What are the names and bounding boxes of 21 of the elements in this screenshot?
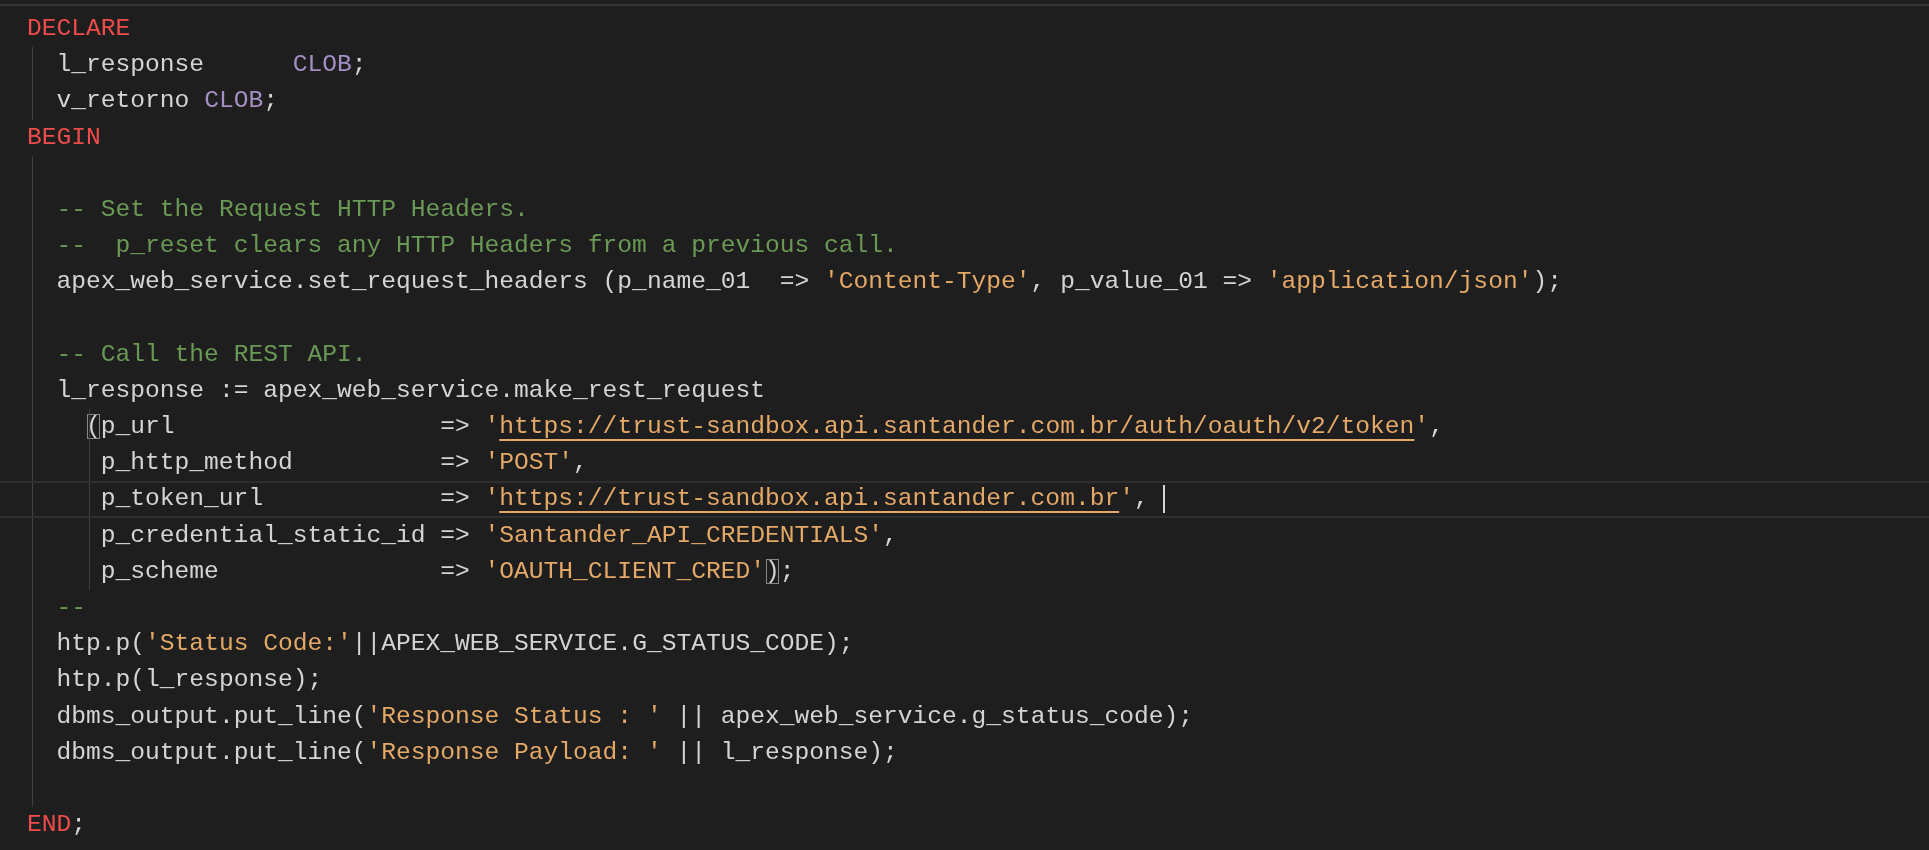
code-line: p_token_url => 'https://trust-sandbox.api.santander.com.br', [0, 481, 1929, 518]
code-line: apex_web_service.set_request_headers (p_name_01 => 'Content-Type', p_value_01 => 'application/json'); [27, 264, 1929, 301]
code-line: htp.p(l_response); [27, 662, 1929, 699]
code-line: p_scheme => 'OAUTH_CLIENT_CRED'); [27, 553, 1929, 590]
code-line: p_http_method => 'POST', [27, 445, 1929, 482]
code-line: dbms_output.put_line('Response Payload: ' || l_response); [27, 734, 1929, 771]
code-line: BEGIN [27, 122, 102, 153]
code-line: dbms_output.put_line('Response Status : ' || apex_web_service.g_status_code); [27, 698, 1929, 735]
code-line: p_credential_static_id => 'Santander_API_CREDENTIALS', [27, 517, 1929, 554]
code-line: htp.p('Status Code:'||APEX_WEB_SERVICE.G_STATUS_CODE); [27, 626, 1929, 663]
code-line: END; [27, 810, 88, 841]
code-line: -- p_reset clears any HTTP Headers from a previous call. [27, 228, 1929, 265]
code-line: -- [27, 590, 1929, 627]
code-line: (p_url => 'https://trust-sandbox.api.santander.com.br/auth/oauth/v2/token', [27, 409, 1929, 446]
code-line: v_retorno CLOB; [27, 83, 1929, 120]
code-line: -- Set the Request HTTP Headers. [27, 191, 1929, 229]
text-cursor [1163, 484, 1166, 513]
code-line: -- Call the REST API. [27, 336, 1929, 373]
code-line: l_response := apex_web_service.make_rest_request [27, 372, 1929, 410]
code-line: DECLARE [27, 14, 132, 44]
code-line: l_response CLOB; [27, 47, 1929, 84]
